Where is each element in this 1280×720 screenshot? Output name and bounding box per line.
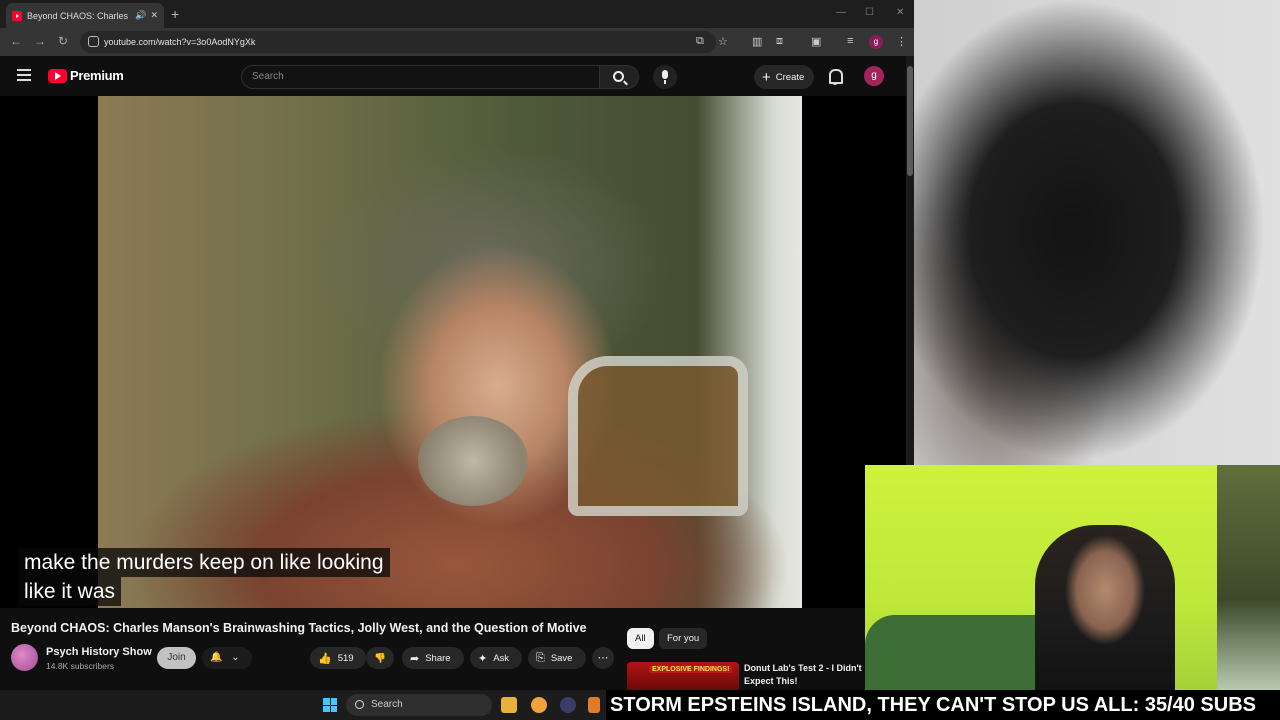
- youtube-header: Premium Search + Create g: [0, 56, 906, 96]
- thumbs-down-icon: 👎: [374, 652, 386, 664]
- caption-line: make the murders keep on like looking: [18, 548, 390, 577]
- recommended-title[interactable]: Donut Lab's Test 2 - I Didn't Expect Thi…: [744, 662, 862, 688]
- screen: Beyond CHAOS: Charles M 🔊 ✕ + — ☐ ✕ ← → …: [0, 0, 1280, 720]
- plus-icon: +: [762, 68, 771, 86]
- search-input[interactable]: Search: [241, 65, 600, 89]
- caption-line: like it was: [18, 577, 122, 606]
- more-actions-icon[interactable]: ⋯: [592, 647, 614, 669]
- reload-icon[interactable]: ↻: [58, 34, 68, 48]
- create-label: Create: [775, 71, 805, 83]
- captions: make the murders keep on like looking li…: [18, 548, 390, 606]
- thumbnail-text: EXPLOSIVE FINDINGS!: [649, 666, 733, 673]
- recommended-thumbnail[interactable]: EXPLOSIVE FINDINGS!: [627, 662, 739, 690]
- subscription-bell-button[interactable]: 🔔 ⌄: [202, 647, 252, 669]
- sidepanel-icon[interactable]: ▣: [811, 35, 821, 48]
- chip-all[interactable]: All: [627, 628, 654, 649]
- subscriber-count: 14.8K subscribers: [46, 661, 115, 671]
- tab-close-icon[interactable]: ✕: [150, 10, 158, 21]
- bookmark-star-icon[interactable]: ☆: [718, 35, 728, 48]
- windows-taskbar: Search: [0, 690, 606, 720]
- like-button[interactable]: 👍 519: [310, 647, 366, 669]
- vlc-icon[interactable]: [588, 697, 600, 713]
- share-button[interactable]: ➦ Share: [402, 647, 464, 669]
- maximize-icon[interactable]: ☐: [865, 7, 874, 18]
- ask-label: Ask: [493, 652, 510, 664]
- video-player[interactable]: make the murders keep on like looking li…: [0, 96, 906, 608]
- tab-strip: Beyond CHAOS: Charles M 🔊 ✕ + — ☐ ✕: [0, 0, 914, 28]
- streamer: [1035, 525, 1175, 690]
- browser-profile-avatar[interactable]: g: [869, 35, 883, 49]
- hamburger-menu-icon[interactable]: [17, 69, 31, 81]
- account-avatar[interactable]: g: [864, 66, 884, 86]
- back-icon[interactable]: ←: [10, 34, 22, 48]
- share-label: Share: [425, 652, 451, 664]
- new-tab-icon[interactable]: +: [171, 6, 179, 22]
- file-explorer-icon[interactable]: [501, 697, 517, 713]
- media-app-icon[interactable]: [560, 697, 576, 713]
- save-bookmark-icon: ⎘: [536, 651, 545, 664]
- url-text: youtube.com/watch?v=3o0AodNYgXk: [104, 37, 256, 47]
- speaker-icon[interactable]: 🔊: [135, 10, 146, 21]
- background-camera: [914, 0, 1280, 465]
- forward-icon[interactable]: →: [34, 34, 46, 48]
- video-frame: [98, 96, 802, 608]
- stream-ticker: STORM EPSTEINS ISLAND, THEY CAN'T STOP U…: [606, 690, 1280, 720]
- app-icon[interactable]: [531, 697, 547, 713]
- join-button[interactable]: Join: [157, 647, 196, 669]
- sparkle-icon: ✦: [478, 652, 488, 665]
- video-title: Beyond CHAOS: Charles Manson's Brainwash…: [11, 621, 587, 635]
- channel-name[interactable]: Psych History Show: [46, 646, 152, 658]
- address-bar[interactable]: youtube.com/watch?v=3o0AodNYgXk: [80, 31, 716, 53]
- search-button[interactable]: [599, 65, 639, 89]
- youtube-favicon-icon: [12, 10, 22, 21]
- webcam-shelf: [1217, 465, 1280, 690]
- menu-dots-icon[interactable]: ⋮: [896, 35, 907, 48]
- toolbar: ← → ↻ youtube.com/watch?v=3o0AodNYgXk ⧉ …: [0, 28, 914, 56]
- taskbar-search-label: Search: [371, 699, 403, 710]
- chevron-down-icon: ⌄: [231, 652, 240, 663]
- tab-title: Beyond CHAOS: Charles M: [27, 10, 132, 21]
- bell-icon: 🔔: [210, 652, 223, 663]
- ask-button[interactable]: ✦ Ask: [470, 647, 522, 669]
- taskbar-search[interactable]: Search: [346, 694, 492, 716]
- notifications-bell-icon[interactable]: [828, 69, 843, 85]
- search-icon: [613, 71, 624, 82]
- voice-search-icon[interactable]: [653, 65, 677, 89]
- search-icon: [355, 700, 364, 709]
- youtube-play-icon: [48, 68, 67, 83]
- save-button[interactable]: ⎘ Save: [528, 647, 586, 669]
- extension-icon[interactable]: ▥: [752, 35, 762, 48]
- puzzle-icon[interactable]: ⧈: [776, 35, 783, 48]
- media-controls-icon[interactable]: ≡: [847, 35, 853, 47]
- thumbs-up-icon: 👍: [318, 652, 332, 665]
- windows-start-icon[interactable]: [323, 698, 337, 712]
- youtube-logo[interactable]: Premium: [48, 68, 124, 83]
- save-label: Save: [550, 652, 573, 664]
- create-button[interactable]: + Create: [754, 65, 814, 89]
- video-subject: [418, 416, 528, 506]
- chip-for-you[interactable]: For you: [659, 628, 708, 649]
- browser-window: Beyond CHAOS: Charles M 🔊 ✕ + — ☐ ✕ ← → …: [0, 0, 914, 690]
- channel-avatar[interactable]: [11, 644, 38, 671]
- video-chair: [568, 356, 748, 516]
- site-info-icon[interactable]: [88, 36, 99, 47]
- cast-icon[interactable]: ⧉: [696, 35, 704, 48]
- window-close-icon[interactable]: ✕: [896, 7, 904, 18]
- dislike-button[interactable]: 👎: [366, 647, 394, 669]
- share-icon: ➦: [410, 652, 420, 665]
- webcam-feed: [865, 465, 1280, 690]
- like-count: 519: [337, 652, 354, 664]
- scrollbar-thumb[interactable]: [907, 66, 913, 176]
- minimize-icon[interactable]: —: [836, 7, 846, 18]
- browser-tab[interactable]: Beyond CHAOS: Charles M 🔊 ✕: [6, 3, 164, 28]
- brand-label: Premium: [70, 68, 124, 83]
